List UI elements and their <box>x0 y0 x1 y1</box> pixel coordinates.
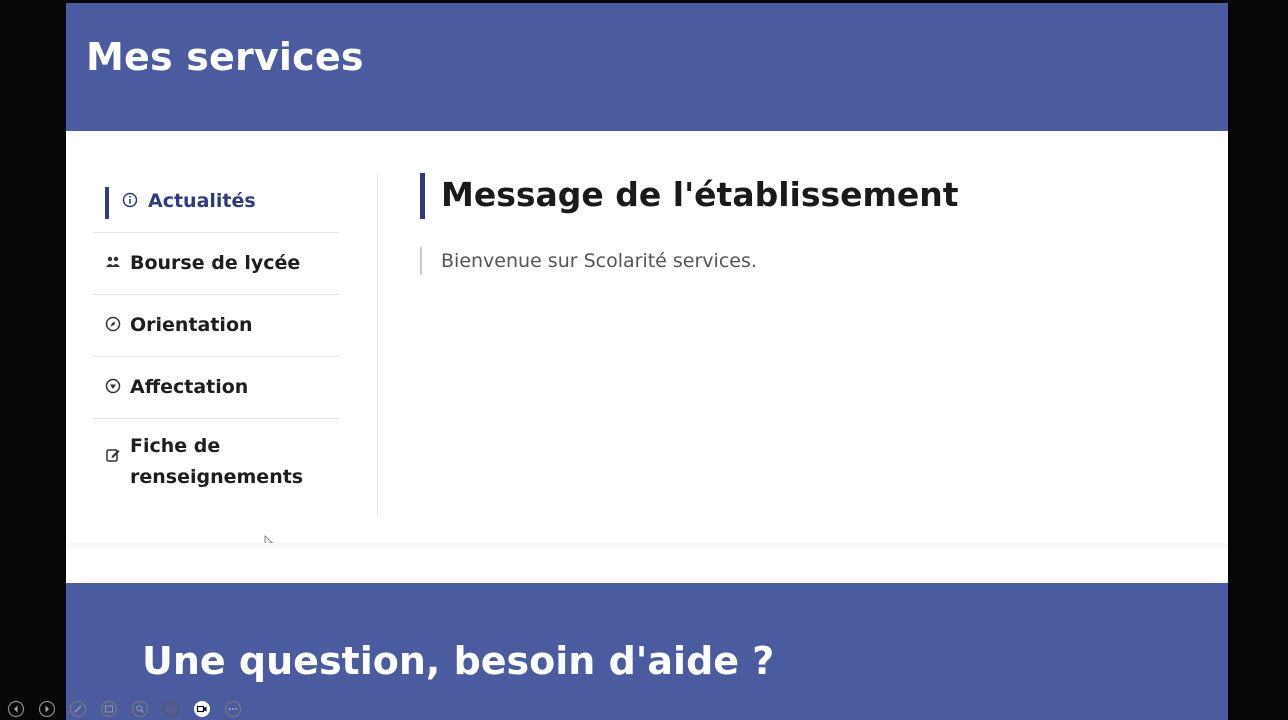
previous-icon <box>7 700 25 718</box>
compass-icon <box>105 316 121 332</box>
camera-icon <box>194 701 210 717</box>
content-area: Actualités Bourse de lycée Orientation A… <box>66 131 1228 549</box>
sidebar-item-label: Bourse de lycée <box>130 252 301 274</box>
zoom-button[interactable] <box>128 700 152 718</box>
more-button[interactable] <box>221 700 245 718</box>
camera-button[interactable] <box>190 700 214 718</box>
zoom-icon <box>131 700 149 718</box>
slides-button[interactable] <box>97 700 121 718</box>
more-icon <box>224 700 242 718</box>
sidebar-item-label: Orientation <box>130 314 253 336</box>
main-panel: Message de l'établissement Bienvenue sur… <box>420 171 959 275</box>
section-heading: Message de l'établissement <box>420 171 959 219</box>
previous-slide-button[interactable] <box>4 700 28 718</box>
subtitles-button[interactable] <box>159 700 183 718</box>
edit-icon <box>106 449 120 462</box>
sidebar-nav: Actualités Bourse de lycée Orientation A… <box>93 171 339 499</box>
pen-icon <box>69 700 87 718</box>
heading-accent <box>420 173 425 219</box>
sidebar-item-affectation[interactable]: Affectation <box>93 357 339 419</box>
welcome-message: Bienvenue sur Scolarité services. <box>441 250 757 272</box>
sidebar-item-bourse[interactable]: Bourse de lycée <box>93 233 339 295</box>
presenter-toolbar <box>4 700 245 720</box>
sidebar-item-orientation[interactable]: Orientation <box>93 295 339 357</box>
help-title: Une question, besoin d'aide ? <box>142 639 775 683</box>
sidebar-item-label: Actualités <box>148 190 256 212</box>
message-accent <box>420 247 422 275</box>
vertical-divider <box>377 174 378 516</box>
slides-icon <box>100 700 118 718</box>
location-icon <box>105 378 121 394</box>
sidebar-item-fiche[interactable]: Fiche de renseignements <box>93 419 339 499</box>
content-separator <box>66 543 1228 583</box>
slide: Mes services Actualités Bourse de lycée … <box>66 3 1228 720</box>
sidebar-item-label: Affectation <box>130 376 249 398</box>
section-title: Message de l'établissement <box>441 175 959 214</box>
people-icon <box>106 256 120 267</box>
next-slide-button[interactable] <box>35 700 59 718</box>
message-block: Bienvenue sur Scolarité services. <box>420 247 959 275</box>
active-indicator <box>105 187 109 219</box>
pen-button[interactable] <box>66 700 90 718</box>
header-band: Mes services <box>66 3 1228 131</box>
sidebar-item-actualites[interactable]: Actualités <box>93 171 339 233</box>
sidebar-item-label: Fiche de renseignements <box>130 435 304 488</box>
subtitles-icon <box>162 700 180 718</box>
presentation-frame: Mes services Actualités Bourse de lycée … <box>0 0 1288 720</box>
next-icon <box>38 700 56 718</box>
info-icon <box>122 192 138 208</box>
page-title: Mes services <box>86 35 364 79</box>
